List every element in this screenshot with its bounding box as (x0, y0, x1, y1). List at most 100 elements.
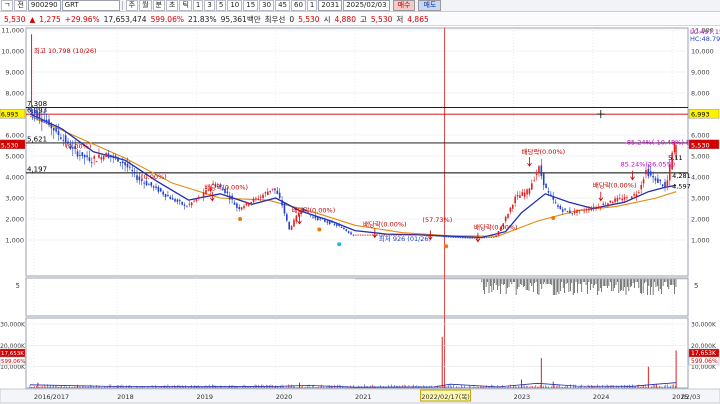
priority-value: 0 (289, 14, 295, 24)
candle-body (507, 214, 509, 218)
candle-body (497, 231, 500, 236)
x-tick-label: 2018 (117, 393, 134, 401)
volume-ratio: 599.06% (150, 14, 184, 24)
chart-annotation: 5,11 (668, 154, 682, 162)
candle-body (324, 219, 326, 222)
period-month-button[interactable]: 분 (152, 0, 165, 11)
y-tick-label-right: 10,000 (691, 48, 714, 56)
toolbar-item-0[interactable]: ㄱ (1, 0, 14, 11)
candle-body (102, 156, 105, 160)
candle-body (114, 155, 117, 158)
candle-body (155, 186, 157, 189)
buy-button[interactable]: 매수 (392, 0, 416, 11)
candle-body (167, 195, 169, 197)
candle-body (117, 157, 119, 162)
candle-body (609, 200, 612, 203)
period-day-button[interactable]: 주 (125, 0, 139, 11)
candle-body (188, 203, 191, 205)
stock-name-field[interactable]: GRT (61, 0, 120, 11)
candle-body (511, 204, 514, 209)
date-input[interactable]: 2025/02/03 (343, 0, 390, 11)
candle-body (478, 237, 481, 239)
chart-annotation: (0.00%) (141, 173, 167, 181)
chart-annotation: 최고 10,798 (10/26) (34, 46, 97, 55)
candle-body (607, 203, 609, 206)
volume-tick-right: 10,000K (691, 364, 717, 371)
interval-5-button[interactable]: 5 (215, 0, 227, 11)
y-tick-label-left: 11,000 (1, 27, 24, 35)
y-tick-label-right: 9,000 (691, 69, 710, 77)
current-value: 5,530 (298, 14, 320, 24)
candle-body (649, 171, 652, 176)
low-label: 저 (396, 14, 404, 24)
count-input[interactable]: 2031 (318, 0, 343, 11)
period-second-button[interactable]: 틱 (179, 0, 192, 11)
y-tick-label-left: 3,000 (5, 195, 24, 203)
volume-value: 17,653,474 (103, 14, 147, 24)
candle-body (119, 162, 122, 163)
price-chart[interactable]: 11,000 11,00010,000 10,0009,000 9,0008,000 8… (0, 26, 720, 404)
candle-body (176, 199, 179, 202)
multiplier-button[interactable]: 1 (306, 0, 318, 11)
toolbar-item-1[interactable]: 전 (14, 0, 27, 11)
interval-10-button[interactable]: 10 (227, 0, 243, 11)
candle-body (321, 218, 324, 220)
candle-body (264, 192, 267, 194)
candle-body (164, 194, 167, 198)
interval-1-button[interactable]: 1 (192, 0, 204, 11)
candle-body (464, 237, 467, 239)
candle-body (41, 118, 43, 122)
reference-line-label: 4,197 (27, 165, 47, 173)
volume-panel (25, 317, 689, 389)
y-tick-label-right: 8,000 (691, 90, 710, 98)
candle-body (267, 191, 269, 195)
candle-body (171, 198, 174, 200)
volume-tick-left: 10,000K (0, 364, 26, 371)
period-minute-button[interactable]: 초 (166, 0, 179, 11)
candle-body (545, 183, 547, 189)
interval-15-button[interactable]: 15 (243, 0, 259, 11)
candle-body (535, 174, 538, 176)
stock-code-input[interactable]: 900290 (27, 0, 61, 11)
candle-body (559, 205, 562, 210)
candle-body (93, 156, 95, 159)
candle-body (492, 236, 495, 238)
candle-body (179, 200, 181, 202)
candle-body (366, 234, 369, 236)
priority-label: 최우선 (264, 14, 286, 24)
period-week-button[interactable]: 월 (139, 0, 152, 11)
candle-body (295, 215, 298, 222)
y-tick-label-left: 4,000 (5, 174, 24, 182)
x-tick-label: 2019 (196, 393, 213, 401)
candle-body (642, 179, 645, 184)
candle-body (657, 178, 659, 184)
candle-body (369, 234, 371, 236)
candle-body (469, 237, 471, 239)
interval-30-button[interactable]: 30 (259, 0, 275, 11)
candle-body (623, 197, 626, 200)
interval-60-button[interactable]: 60 (291, 0, 306, 11)
price-badge-left-label: 5,530 (1, 142, 18, 149)
y-tick-label-left: 10,000 (1, 48, 24, 56)
candle-body (590, 208, 593, 211)
x-tick-label: 2024 (593, 393, 610, 401)
candle-body (345, 229, 348, 232)
candle-body (483, 237, 486, 239)
signal-marker-icon (238, 217, 243, 221)
y-tick-label-right: 2,000 (691, 216, 710, 224)
candle-body (635, 194, 638, 197)
candle-body (661, 184, 664, 187)
candle-body (614, 198, 616, 203)
candle-body (250, 202, 252, 205)
sell-button[interactable]: 매도 (418, 0, 442, 11)
candle-body (312, 216, 314, 218)
candle-body (76, 151, 79, 157)
x-tick-label: 02/03 (682, 393, 701, 401)
interval-45-button[interactable]: 45 (275, 0, 290, 11)
candle-body (435, 235, 438, 237)
x-tick-label: 2021 (355, 393, 372, 401)
indicator-tick-left: 5 (16, 282, 20, 290)
interval-3-button[interactable]: 3 (204, 0, 215, 11)
indicator-panel (25, 277, 689, 317)
candle-body (328, 220, 331, 225)
